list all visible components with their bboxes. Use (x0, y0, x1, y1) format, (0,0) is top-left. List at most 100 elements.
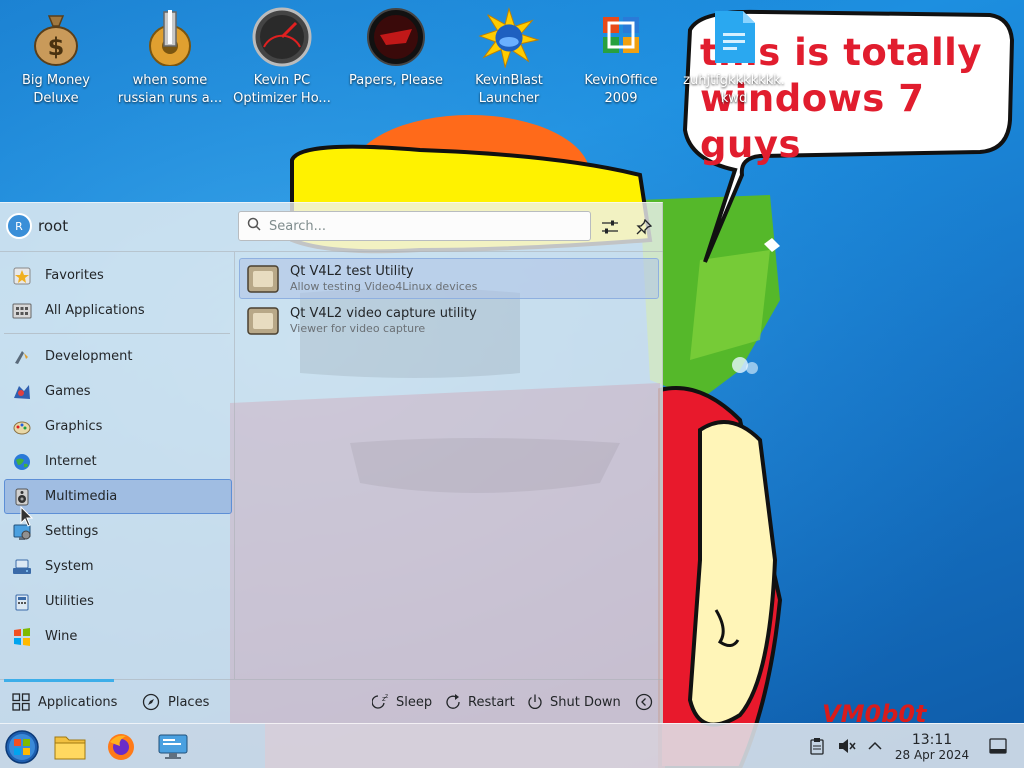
graphics-icon (11, 416, 33, 438)
category-label: Games (45, 384, 91, 399)
power-icon (528, 694, 542, 709)
desktop-icon-label: KevinBlast (475, 73, 543, 88)
category-system[interactable]: System (4, 549, 232, 584)
chevron-up-icon (868, 741, 882, 750)
file-manager-taskbar-button[interactable] (51, 728, 89, 766)
category-wine[interactable]: Wine (4, 619, 232, 654)
desktop-icon-label: KevinOffice (584, 73, 658, 88)
tab-places[interactable]: Places (142, 687, 209, 717)
desktop-icon-big-money-deluxe[interactable]: $ Big Money Deluxe (0, 6, 112, 108)
clock-date: 28 Apr 2024 (894, 748, 970, 762)
sliders-icon (602, 220, 618, 234)
app-qt-v4l2-video-capture-utility[interactable]: Qt V4L2 video capture utility Viewer for… (239, 300, 659, 341)
desktop-icon-kevinblast-launcher[interactable]: KevinBlast Launcher (453, 6, 565, 108)
avatar: R (6, 213, 32, 239)
category-favorites[interactable]: Favorites (4, 258, 232, 293)
sleep-icon: zz (372, 693, 388, 709)
utilities-icon (11, 591, 33, 613)
category-settings[interactable]: Settings (4, 514, 232, 549)
category-games[interactable]: Games (4, 374, 232, 409)
restart-icon (446, 694, 460, 709)
games-icon (11, 381, 33, 403)
category-label: Multimedia (45, 489, 118, 504)
clock-time: 13:11 (911, 732, 953, 748)
volume-tray-button[interactable] (836, 734, 858, 758)
firefox-taskbar-button[interactable] (102, 728, 140, 766)
wine-icon (11, 626, 33, 648)
taskbar: 13:11 28 Apr 2024 (0, 723, 1024, 768)
category-development[interactable]: Development (4, 339, 232, 374)
desktop-icon-label: Big Money (21, 73, 90, 88)
category-utilities[interactable]: Utilities (4, 584, 232, 619)
app-qt-v4l2-test-utility[interactable]: Qt V4L2 test Utility Allow testing Video… (239, 258, 659, 299)
desktop-icon-label: russian runs a... (117, 91, 223, 106)
clipboard-tray-button[interactable] (806, 734, 828, 758)
restart-label: Restart (468, 694, 515, 710)
favorites-icon (11, 265, 33, 287)
category-graphics[interactable]: Graphics (4, 409, 232, 444)
shutdown-label: Shut Down (550, 694, 621, 710)
windows-orb-icon (5, 730, 39, 764)
desktop-icon-label: Launcher (478, 91, 540, 106)
system-icon (11, 556, 33, 578)
system-settings-taskbar-button[interactable] (154, 728, 192, 766)
desktop-icon-kevinoffice-2009[interactable]: KevinOffice 2009 (565, 6, 677, 108)
category-divider (4, 333, 230, 334)
tab-label: Places (168, 694, 210, 710)
tab-applications[interactable]: Applications (12, 687, 117, 717)
pin-icon (636, 219, 652, 235)
start-menu-button[interactable] (3, 728, 41, 766)
category-multimedia[interactable]: Multimedia (4, 479, 232, 514)
desktop-icon-russian[interactable]: when some russian runs a... (114, 6, 226, 108)
category-label: Internet (45, 454, 97, 469)
app-description: Allow testing Video4Linux devices (290, 279, 478, 293)
more-actions-button[interactable] (635, 687, 653, 717)
search-field[interactable] (238, 211, 591, 241)
desktop-icon-kwd-file[interactable]: zuhjtfgkkkkkkk. kwd (678, 6, 790, 108)
app-name: Qt V4L2 video capture utility (290, 305, 477, 321)
mouse-cursor-icon (20, 506, 34, 527)
category-list: Favorites All Applications Development Ga… (4, 258, 232, 654)
search-icon (247, 217, 261, 235)
show-desktop-icon (989, 738, 1007, 754)
clipboard-icon (810, 738, 824, 755)
category-internet[interactable]: Internet (4, 444, 232, 479)
shutdown-button[interactable]: Shut Down (526, 687, 621, 717)
sidebar-divider (234, 252, 235, 679)
search-input[interactable] (269, 218, 590, 234)
pin-button[interactable] (630, 213, 658, 241)
desktop-icon-label: 2009 (604, 91, 638, 106)
desktop-icon-label: kwd (720, 91, 748, 106)
active-tab-indicator (4, 679, 114, 682)
desktop-icon-label: Papers, Please (348, 73, 444, 88)
desktop-icon-papers-please[interactable]: Papers, Please (340, 6, 452, 90)
user-profile[interactable]: R root (6, 213, 68, 239)
development-icon (11, 346, 33, 368)
folder-icon (54, 736, 86, 760)
desktop-icon-label: when some (132, 73, 208, 88)
firefox-icon (108, 734, 134, 760)
star-burst-icon (478, 6, 540, 68)
configure-button[interactable] (596, 213, 624, 241)
desktop-icon-label: Optimizer Ho... (233, 91, 331, 106)
sleep-button[interactable]: zz Sleep (372, 687, 432, 717)
sleep-label: Sleep (396, 694, 433, 710)
desktop-icon-kevin-pc-optimizer[interactable]: Kevin PC Optimizer Ho... (226, 6, 338, 108)
show-desktop-button[interactable] (987, 734, 1009, 758)
category-label: Settings (45, 524, 99, 539)
speedometer-icon (251, 6, 313, 68)
show-hidden-icons-button[interactable] (864, 734, 886, 758)
app-description: Viewer for video capture (290, 321, 426, 335)
category-label: Wine (45, 629, 78, 644)
internet-icon (11, 451, 33, 473)
application-list: Qt V4L2 test Utility Allow testing Video… (239, 258, 659, 342)
category-all-applications[interactable]: All Applications (4, 293, 232, 328)
papers-please-icon (365, 6, 427, 68)
desktop-icon-label: zuhjtfgkkkkkkk. (683, 73, 785, 88)
desktop-icon-label: Kevin PC (253, 73, 311, 88)
category-label: Development (45, 349, 133, 364)
clock[interactable]: 13:11 28 Apr 2024 (890, 732, 974, 763)
document-file-icon (703, 6, 765, 68)
restart-button[interactable]: Restart (444, 687, 515, 717)
category-label: Favorites (45, 268, 104, 283)
